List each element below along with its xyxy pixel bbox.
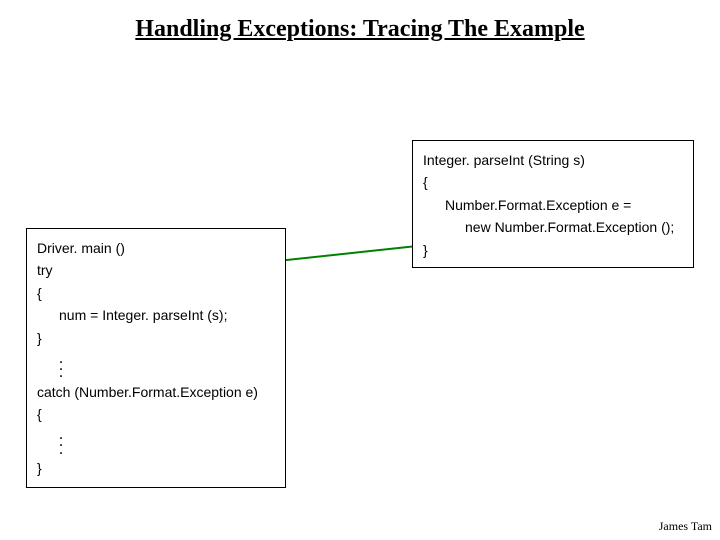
author-footer: James Tam <box>659 519 712 534</box>
try-keyword: try <box>37 259 275 281</box>
assign-line: num = Integer. parseInt (s); <box>37 304 275 326</box>
brace: } <box>423 239 683 261</box>
catch-line: catch (Number.Format.Exception e) <box>37 381 275 403</box>
brace: { <box>423 171 683 193</box>
brace: { <box>37 282 275 304</box>
brace: } <box>37 327 275 349</box>
parseint-box: Integer. parseInt (String s) { Number.Fo… <box>412 140 694 268</box>
ellipsis: ... <box>37 355 275 377</box>
driver-header: Driver. main () <box>37 237 275 259</box>
driver-main-box: Driver. main () try { num = Integer. par… <box>26 228 286 488</box>
brace: { <box>37 403 275 425</box>
exception-decl: Number.Format.Exception e = <box>423 194 683 216</box>
slide-title: Handling Exceptions: Tracing The Example <box>0 16 720 43</box>
exception-new: new Number.Format.Exception (); <box>423 216 683 238</box>
parseint-header: Integer. parseInt (String s) <box>423 149 683 171</box>
brace: } <box>37 457 275 479</box>
ellipsis: ... <box>37 431 275 453</box>
